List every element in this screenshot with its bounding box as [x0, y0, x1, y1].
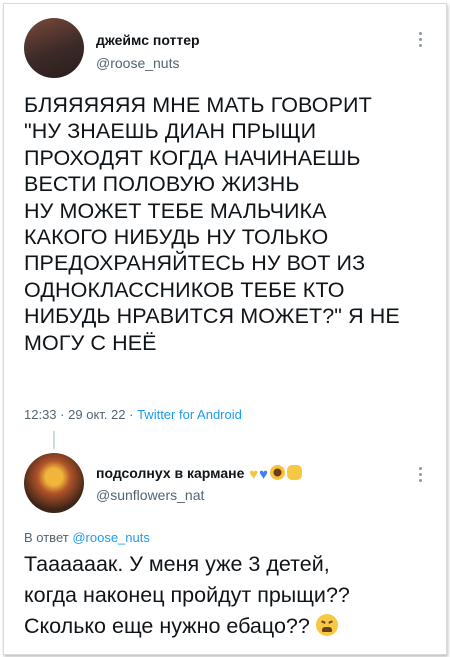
meta-separator: · — [60, 407, 65, 422]
author-avatar[interactable] — [24, 18, 84, 78]
sunflower-icon — [270, 465, 286, 480]
blue-heart-icon: ♥ — [259, 466, 269, 483]
tweet-text: БЛЯЯЯЯЯЯ МНЕ МАТЬ ГОВОРИТ "НУ ЗНАЕШЬ ДИА… — [24, 93, 400, 355]
thread-line — [53, 431, 55, 449]
reply-author-avatar[interactable] — [24, 453, 84, 513]
replying-to-handle[interactable]: @roose_nuts — [72, 530, 150, 545]
screenshot-frame: джеймс поттер @roose_nuts БЛЯЯЯЯЯЯ МНЕ М… — [3, 3, 447, 655]
author-handle[interactable]: @roose_nuts — [96, 55, 179, 71]
more-options-icon[interactable] — [419, 32, 423, 50]
yellow-heart-icon: ♥ — [249, 466, 259, 483]
reply-author-name-row: подсолнух в кармане ♥♥ — [96, 465, 303, 483]
tweet-meta: 12:33 · 29 окт. 22 · Twitter for Android — [24, 407, 242, 422]
tweet-source-link[interactable]: Twitter for Android — [137, 407, 242, 422]
reply-more-options-icon[interactable] — [419, 467, 423, 485]
tweet-time[interactable]: 12:33 — [24, 407, 57, 422]
reply-author-handle[interactable]: @sunflowers_nat — [96, 487, 204, 503]
author-name[interactable]: джеймс поттер — [96, 32, 200, 48]
replying-to-prefix: В ответ — [24, 530, 69, 545]
replying-to: В ответ @roose_nuts — [24, 530, 150, 545]
tweet-date[interactable]: 29 окт. 22 — [68, 407, 125, 422]
reply-text-content: Таааааак. У меня уже 3 детей, когда нако… — [24, 552, 350, 638]
tired-face-icon — [315, 614, 338, 636]
reply-text: Таааааак. У меня уже 3 детей, когда нако… — [24, 549, 434, 642]
meta-separator: · — [129, 407, 134, 422]
raised-fist-icon — [287, 465, 303, 480]
reply-author-name[interactable]: подсолнух в кармане — [96, 465, 244, 481]
